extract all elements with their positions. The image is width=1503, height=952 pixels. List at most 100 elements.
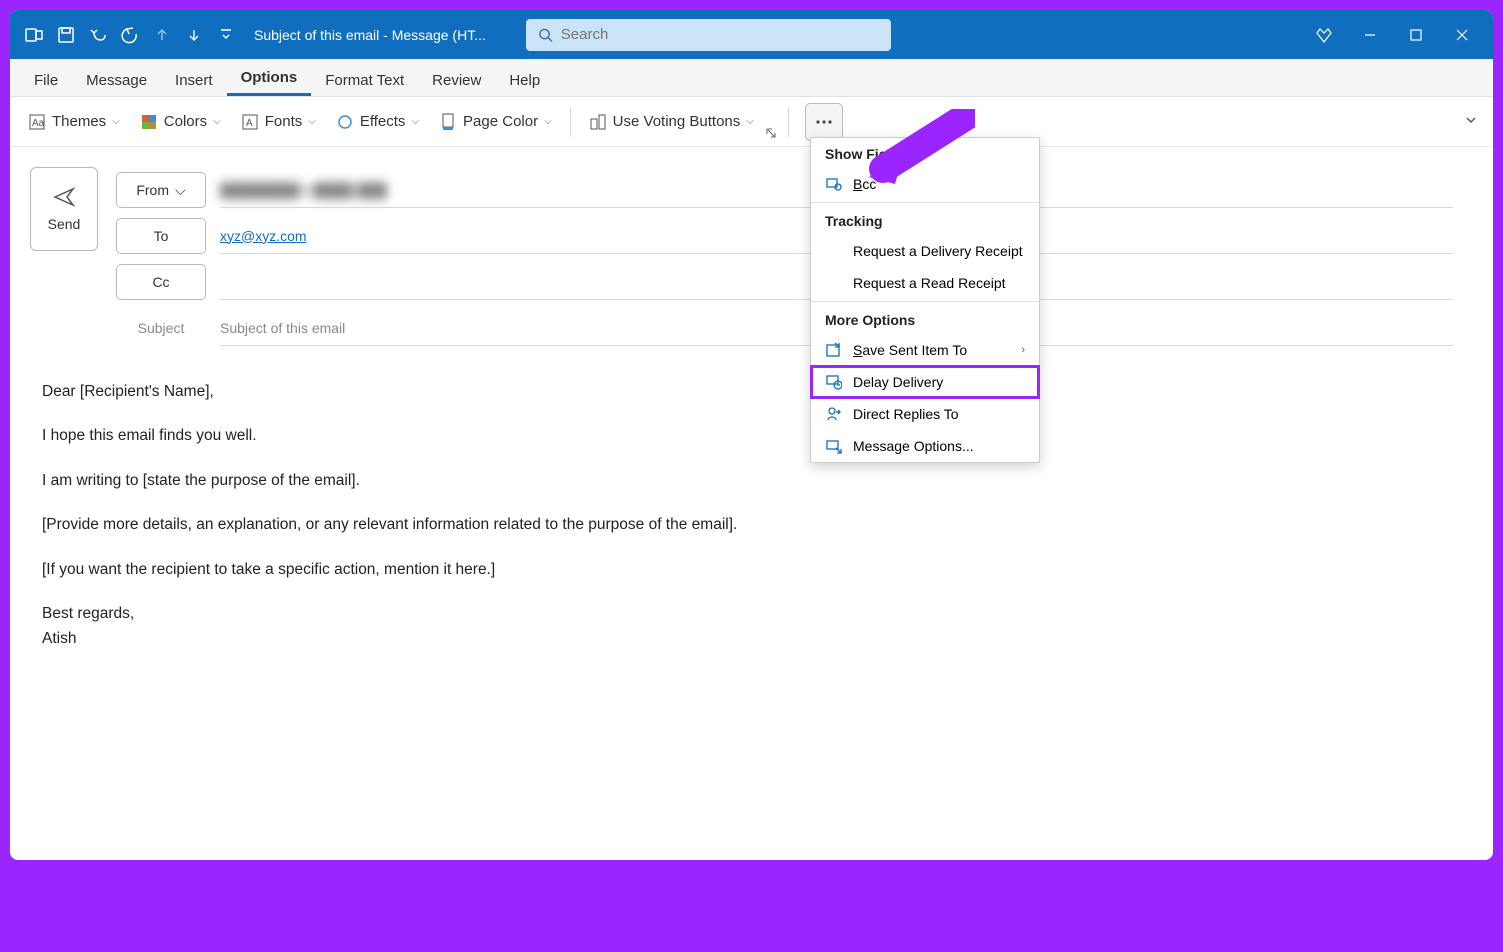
chevron-down-icon: ⌵ [411, 116, 419, 127]
save-sent-label: Save Sent Item To [853, 342, 967, 358]
chevron-down-icon: ⌵ [175, 182, 186, 199]
body-line-4: [Provide more details, an explanation, o… [42, 514, 1453, 536]
blank-icon [825, 274, 843, 292]
body-line-3: I am writing to [state the purpose of th… [42, 470, 1453, 492]
subject-label: Subject [116, 320, 206, 336]
themes-icon: Aa [28, 113, 46, 131]
search-input[interactable] [561, 26, 879, 43]
tab-options[interactable]: Options [227, 62, 312, 96]
tab-insert[interactable]: Insert [161, 65, 227, 96]
from-address-blurred: ████████@████.███ [220, 182, 387, 198]
voting-buttons-button[interactable]: Use Voting Buttons ⌵ [581, 107, 762, 137]
body-line-1: Dear [Recipient's Name], [42, 381, 1453, 403]
chevron-down-icon: ⌵ [746, 116, 754, 127]
ribbon-collapse-button[interactable] [1459, 107, 1483, 137]
direct-replies-icon [825, 405, 843, 423]
more-options-dropdown: Show Fields Bcc Tracking Request a Deliv… [810, 137, 1040, 463]
colors-label: Colors [164, 113, 207, 130]
fonts-button[interactable]: A Fonts ⌵ [233, 107, 324, 137]
dropdown-item-message-options[interactable]: Message Options... [811, 430, 1039, 462]
premium-icon[interactable] [1301, 19, 1347, 51]
effects-label: Effects [360, 113, 406, 130]
chevron-down-icon: ⌵ [213, 116, 221, 127]
ribbon-tabs: File Message Insert Options Format Text … [10, 59, 1493, 97]
voting-label: Use Voting Buttons [613, 113, 741, 130]
to-address[interactable]: xyz@xyz.com [220, 228, 307, 244]
tab-file[interactable]: File [20, 65, 72, 96]
delay-delivery-label: Delay Delivery [853, 374, 943, 390]
body-line-5: [If you want the recipient to take a spe… [42, 559, 1453, 581]
to-button[interactable]: To [116, 218, 206, 254]
body-line-6: Best regards, [42, 603, 1453, 625]
dropdown-item-bcc[interactable]: Bcc [811, 168, 1039, 200]
outlook-logo-icon [18, 19, 50, 51]
compose-fields: From⌵ ████████@████.███ To xyz@xyz.com C… [116, 167, 1493, 351]
dropdown-item-delivery-receipt[interactable]: Request a Delivery Receipt [811, 235, 1039, 267]
direct-replies-label: Direct Replies To [853, 406, 959, 422]
tab-review[interactable]: Review [418, 65, 495, 96]
titlebar: Subject of this email - Message (HT... [10, 10, 1493, 59]
voting-icon [589, 113, 607, 131]
svg-text:A: A [246, 118, 253, 129]
page-color-button[interactable]: Page Color ⌵ [431, 107, 560, 137]
from-button[interactable]: From⌵ [116, 172, 206, 208]
page-color-label: Page Color [463, 113, 538, 130]
effects-icon [336, 113, 354, 131]
dialog-launcher-icon[interactable] [764, 126, 778, 140]
ribbon-separator [788, 107, 789, 137]
dropdown-item-direct-replies[interactable]: Direct Replies To [811, 398, 1039, 430]
window-title: Subject of this email - Message (HT... [254, 27, 486, 43]
compose-header: Send From⌵ ████████@████.███ To xyz@xyz.… [30, 167, 1493, 351]
body-line-2: I hope this email finds you well. [42, 425, 1453, 447]
svg-text:Aa: Aa [32, 118, 45, 129]
effects-button[interactable]: Effects ⌵ [328, 107, 427, 137]
dropdown-item-delay-delivery[interactable]: Delay Delivery [811, 366, 1039, 398]
compose-area: Send From⌵ ████████@████.███ To xyz@xyz.… [10, 147, 1493, 650]
more-options-button[interactable] [805, 103, 843, 141]
qat-customize-icon[interactable] [210, 19, 242, 51]
up-arrow-icon[interactable] [146, 19, 178, 51]
send-label: Send [48, 216, 81, 232]
themes-label: Themes [52, 113, 106, 130]
send-button[interactable]: Send [30, 167, 98, 251]
dropdown-section-tracking: Tracking [811, 205, 1039, 235]
redo-icon[interactable] [114, 19, 146, 51]
save-icon[interactable] [50, 19, 82, 51]
ellipsis-icon [815, 119, 833, 125]
maximize-button[interactable] [1393, 19, 1439, 51]
dropdown-item-read-receipt[interactable]: Request a Read Receipt [811, 267, 1039, 299]
bcc-label: Bcc [853, 176, 876, 192]
fonts-label: Fonts [265, 113, 303, 130]
send-icon [53, 186, 75, 208]
to-label: To [154, 228, 169, 244]
message-options-icon [825, 437, 843, 455]
search-box[interactable] [526, 19, 891, 51]
blank-icon [825, 242, 843, 260]
dropdown-section-more-options: More Options [811, 304, 1039, 334]
chevron-down-icon: ⌵ [308, 116, 316, 127]
undo-icon[interactable] [82, 19, 114, 51]
themes-button[interactable]: Aa Themes ⌵ [20, 107, 128, 137]
close-button[interactable] [1439, 19, 1485, 51]
dropdown-separator [811, 202, 1039, 203]
cc-label: Cc [152, 274, 169, 290]
dropdown-item-save-sent[interactable]: Save Sent Item To › [811, 334, 1039, 366]
outlook-compose-window: Subject of this email - Message (HT... F… [10, 10, 1493, 860]
tab-format-text[interactable]: Format Text [311, 65, 418, 96]
tab-help[interactable]: Help [495, 65, 554, 96]
fonts-icon: A [241, 113, 259, 131]
tab-message[interactable]: Message [72, 65, 161, 96]
email-body[interactable]: Dear [Recipient's Name], I hope this ema… [30, 351, 1493, 650]
chevron-down-icon: ⌵ [544, 116, 552, 127]
colors-button[interactable]: Colors ⌵ [132, 107, 229, 137]
bcc-icon [825, 175, 843, 193]
save-sent-icon [825, 341, 843, 359]
ribbon-options: Aa Themes ⌵ Colors ⌵ A Fonts ⌵ Effects ⌵ Pag… [10, 97, 1493, 147]
body-line-7: Atish [42, 628, 1453, 650]
cc-button[interactable]: Cc [116, 264, 206, 300]
down-arrow-icon[interactable] [178, 19, 210, 51]
colors-icon [140, 113, 158, 131]
minimize-button[interactable] [1347, 19, 1393, 51]
read-receipt-label: Request a Read Receipt [853, 275, 1006, 291]
chevron-down-icon: ⌵ [112, 116, 120, 127]
